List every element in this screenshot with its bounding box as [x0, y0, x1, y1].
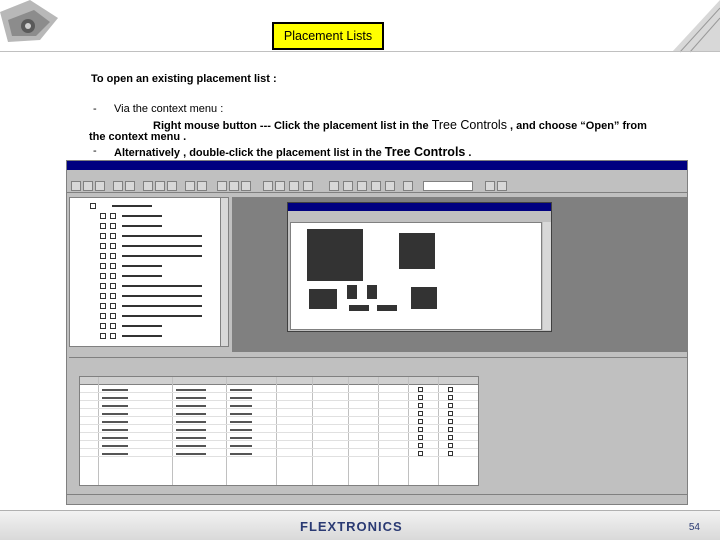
bullet-2-text-b: . — [465, 147, 472, 159]
placement-view-window — [287, 202, 552, 332]
workspace-area — [232, 197, 687, 352]
screenshot-titlebar — [67, 161, 687, 170]
screenshot-menubar — [67, 170, 687, 179]
tree-controls-panel — [69, 197, 229, 347]
bullet-1-detail-continued: the context menu . — [89, 131, 187, 143]
screenshot-statusbar — [67, 494, 687, 504]
bullet-1-detail-a: Right mouse button --- Click the placeme… — [153, 120, 432, 132]
intro-text: To open an existing placement list : — [91, 73, 277, 85]
bullet-1-text: Via the context menu : — [114, 103, 224, 115]
bullet-2-marker: - — [93, 145, 97, 157]
slide-footer: FLEXTRONICS 54 — [0, 510, 720, 540]
page-number: 54 — [688, 522, 700, 533]
bullet-1-detail: Right mouse button --- Click the placeme… — [153, 118, 647, 132]
bullet-2-text: Alternatively , double-click the placeme… — [114, 145, 472, 159]
placement-list-grid — [79, 376, 479, 486]
projector-logo-icon — [0, 0, 58, 42]
placement-list-panel — [69, 357, 687, 492]
application-screenshot — [66, 160, 688, 505]
header-divider — [0, 51, 720, 52]
tree-controls-term-2: Tree Controls — [384, 145, 466, 159]
brand-name: FLEXTRONICS — [300, 519, 403, 534]
bullet-2-text-a: Alternatively , double-click the placeme… — [114, 147, 385, 159]
tree-controls-term-1: Tree Controls — [431, 118, 507, 132]
screenshot-toolbar — [67, 179, 687, 193]
slide-title: Placement Lists — [272, 22, 384, 50]
bullet-1-marker: - — [93, 103, 97, 115]
bullet-1-detail-b: , and choose “Open” from — [506, 120, 647, 132]
